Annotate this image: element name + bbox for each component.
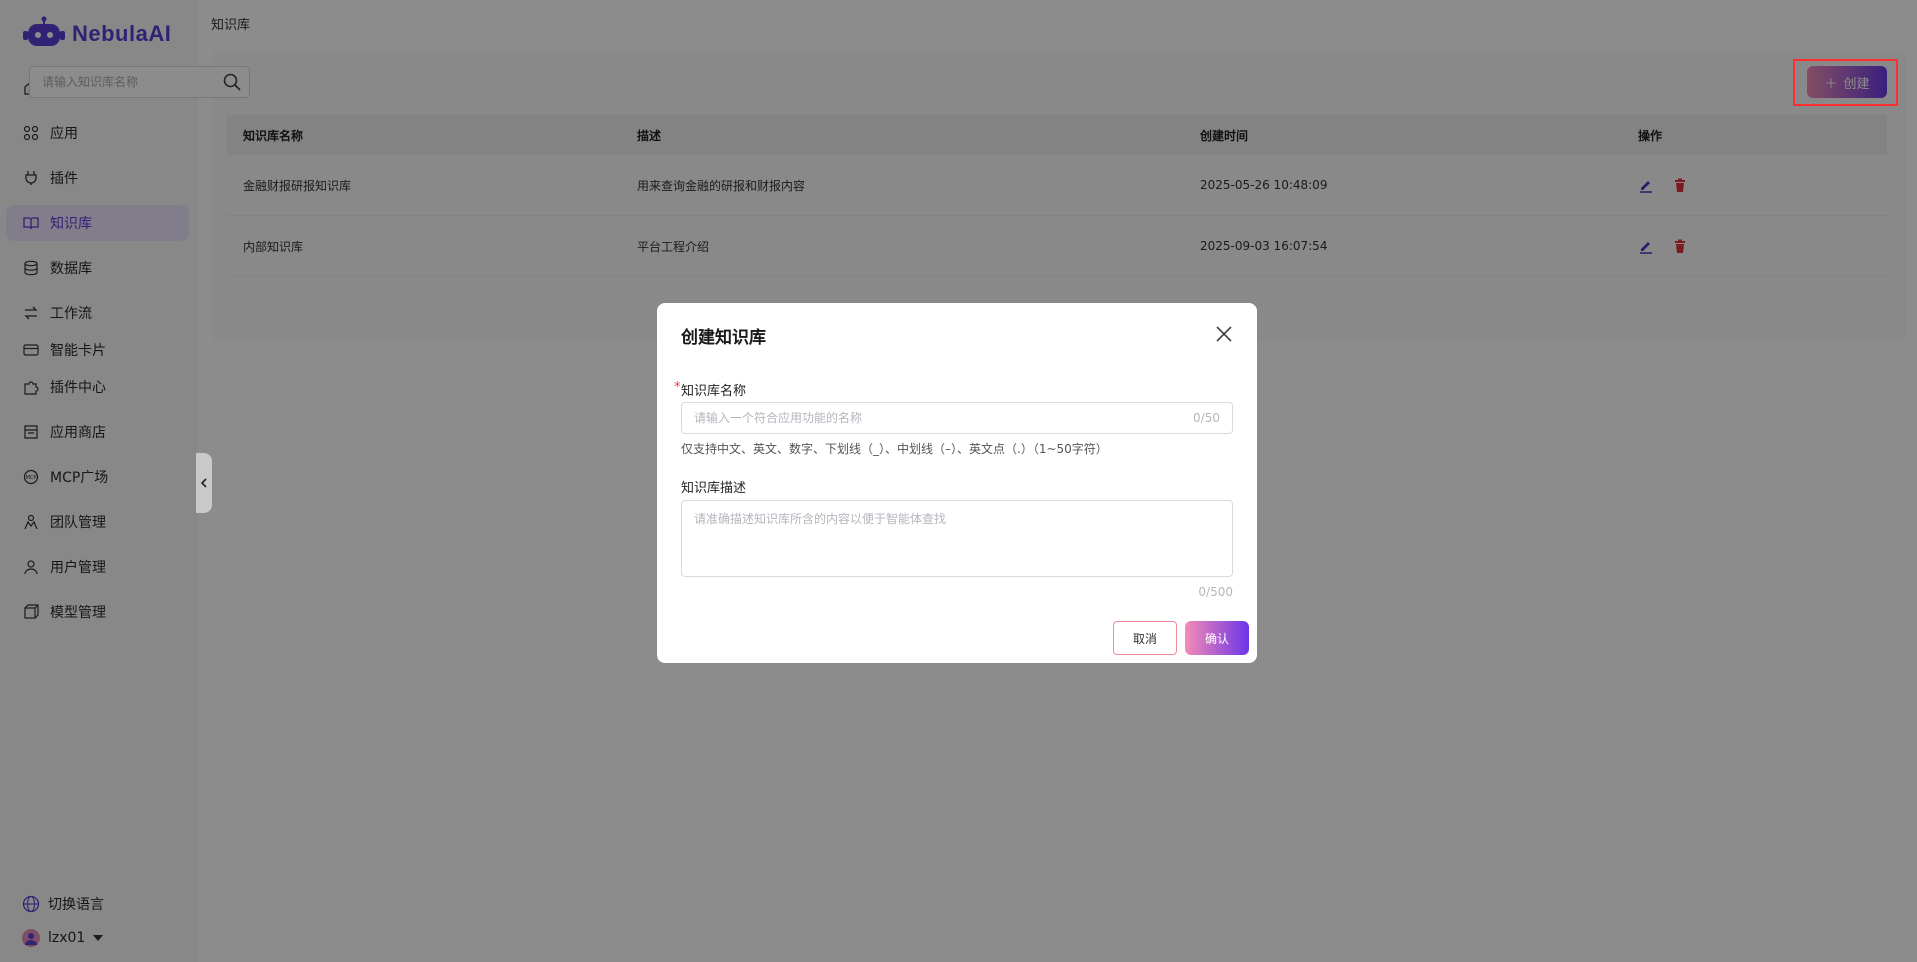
close-icon[interactable] xyxy=(1215,325,1233,343)
chevron-left-icon xyxy=(200,478,207,488)
name-char-counter: 0/50 xyxy=(1193,411,1220,425)
create-knowledge-dialog: 创建知识库 * 知识库名称 0/50 仅支持中文、英文、数字、下划线（_）、中划… xyxy=(657,303,1257,663)
name-input[interactable] xyxy=(694,411,1194,425)
name-field-label: * 知识库名称 xyxy=(674,380,747,399)
name-hint: 仅支持中文、英文、数字、下划线（_）、中划线（–）、英文点（.）（1~50字符） xyxy=(681,442,1108,456)
sidebar-collapse-toggle[interactable] xyxy=(196,453,212,513)
create-button-highlight xyxy=(1793,59,1898,106)
cancel-button[interactable]: 取消 xyxy=(1113,621,1177,655)
name-field: 0/50 xyxy=(681,402,1233,434)
desc-input[interactable] xyxy=(681,500,1233,577)
desc-char-counter: 0/500 xyxy=(1198,585,1233,599)
desc-field-label: 知识库描述 xyxy=(681,481,747,496)
required-marker: * xyxy=(674,380,681,395)
dialog-title: 创建知识库 xyxy=(681,328,766,348)
confirm-button[interactable]: 确认 xyxy=(1185,621,1249,655)
